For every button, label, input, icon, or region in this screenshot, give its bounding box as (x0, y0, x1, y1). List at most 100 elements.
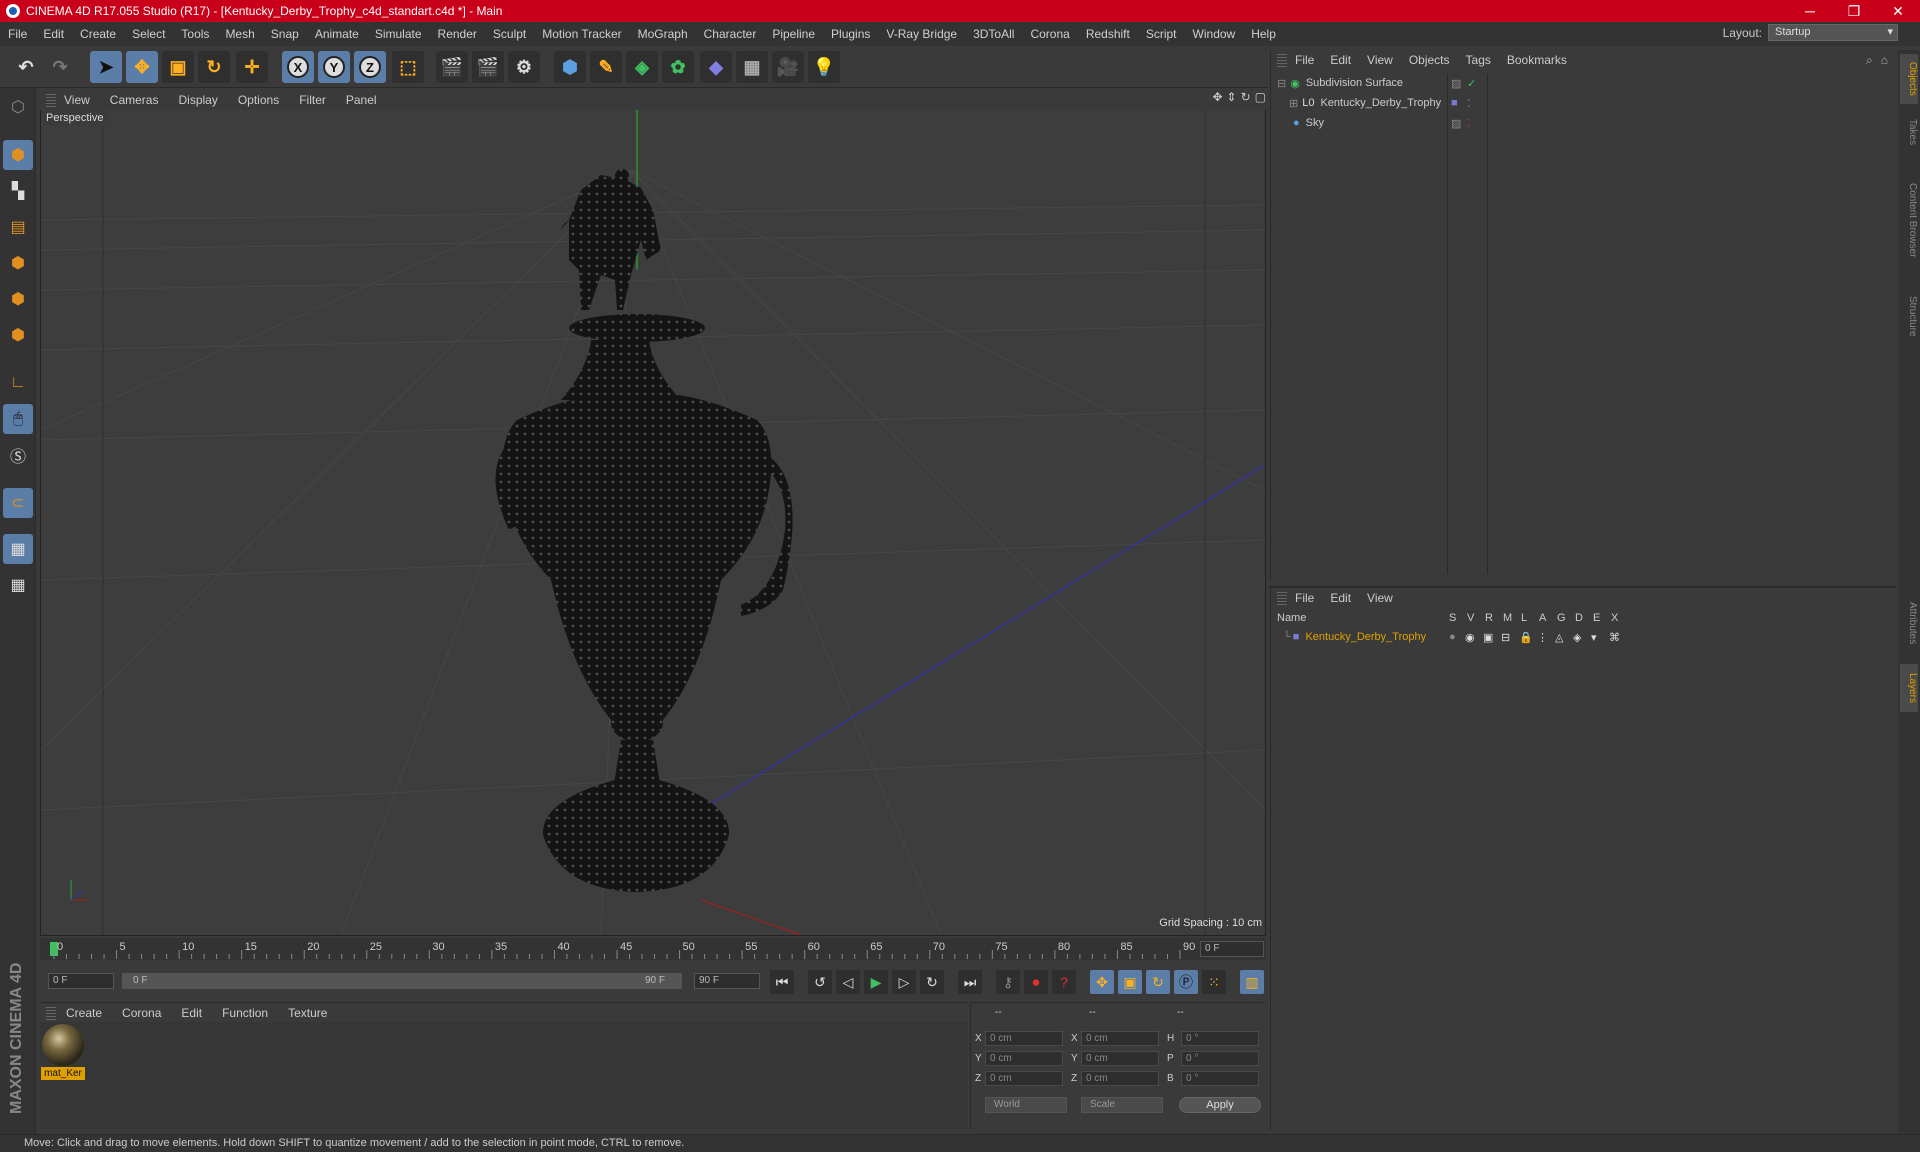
tab-objects[interactable]: Objects (1900, 54, 1918, 104)
menu-mesh[interactable]: Mesh (217, 27, 262, 41)
menu-simulate[interactable]: Simulate (367, 27, 430, 41)
coordinate-system-button[interactable]: ⬚ (392, 51, 424, 83)
visibility-dots-icon[interactable]: ⁚ (1467, 97, 1471, 110)
key-param-button[interactable]: Ⓟ (1174, 970, 1198, 994)
menu-tools[interactable]: Tools (173, 27, 217, 41)
menu-character[interactable]: Character (696, 27, 765, 41)
size-z-field[interactable]: 0 cm (1081, 1071, 1159, 1086)
panel-grip[interactable] (1277, 591, 1287, 605)
live-selection-button[interactable]: ➤ (90, 51, 122, 83)
next-frame-button[interactable]: ▷ (892, 970, 916, 994)
dolly-icon[interactable]: ⇕ (1227, 90, 1237, 104)
menu-plugins[interactable]: Plugins (823, 27, 878, 41)
menu-create[interactable]: Create (72, 27, 124, 41)
make-editable-button[interactable]: ⬡ (3, 92, 33, 122)
manager-icon[interactable]: ⊟ (1501, 631, 1510, 644)
prev-frame-button[interactable]: ◁ (836, 970, 860, 994)
visibility-dots-icon[interactable]: ⁚ (1467, 117, 1471, 130)
pos-z-field[interactable]: 0 cm (985, 1071, 1063, 1086)
animation-icon[interactable]: ⋮ (1537, 631, 1548, 644)
tweak-mode-button[interactable]: 🖱 (3, 404, 33, 434)
render-icon[interactable]: ▣ (1483, 631, 1493, 644)
viewport-menu-display[interactable]: Display (170, 93, 229, 107)
scale-tool-button[interactable]: ▣ (162, 51, 194, 83)
mat-menu-corona[interactable]: Corona (112, 1006, 171, 1020)
menu-help[interactable]: Help (1243, 27, 1284, 41)
add-camera-button[interactable]: 🎥 (772, 51, 804, 83)
layer-name[interactable]: Kentucky_Derby_Trophy (1305, 631, 1426, 643)
eye-icon[interactable]: ◉ (1465, 631, 1475, 644)
add-floor-button[interactable]: ▦ (736, 51, 768, 83)
mat-menu-function[interactable]: Function (212, 1006, 278, 1020)
add-array-button[interactable]: ✿ (662, 51, 694, 83)
home-icon[interactable]: ⌂ (1881, 53, 1888, 67)
key-pla-button[interactable]: ⁙ (1202, 970, 1226, 994)
redo-button[interactable]: ↷ (44, 51, 76, 83)
material-thumbnail[interactable] (42, 1024, 84, 1066)
texture-mode-button[interactable]: ▚ (3, 176, 33, 206)
menu-vray-bridge[interactable]: V-Ray Bridge (878, 27, 965, 41)
add-light-button[interactable]: 💡 (808, 51, 840, 83)
mat-menu-create[interactable]: Create (56, 1006, 112, 1020)
mat-menu-texture[interactable]: Texture (278, 1006, 337, 1020)
viewport-canvas[interactable] (41, 110, 1265, 935)
key-rotation-button[interactable]: ↻ (1146, 970, 1170, 994)
record-keys-button[interactable]: ⚷ (996, 970, 1020, 994)
points-mode-button[interactable]: ⬢ (3, 248, 33, 278)
menu-pipeline[interactable]: Pipeline (764, 27, 823, 41)
solo-button[interactable]: Ⓢ (3, 440, 33, 470)
menu-redshift[interactable]: Redshift (1078, 27, 1138, 41)
snap-button[interactable]: ⊂ (3, 488, 33, 518)
menu-mograph[interactable]: MoGraph (630, 27, 696, 41)
panel-grip[interactable] (1277, 53, 1287, 67)
maximize-button[interactable]: ❐ (1832, 0, 1876, 22)
recent-tool-button[interactable]: ✛ (236, 51, 268, 83)
solo-dot-icon[interactable]: ● (1449, 631, 1456, 643)
collapse-icon[interactable]: ⊟ (1277, 77, 1286, 90)
size-y-field[interactable]: 0 cm (1081, 1051, 1159, 1066)
add-nurbs-button[interactable]: ◈ (626, 51, 658, 83)
expand-icon[interactable]: ⊞ (1289, 97, 1298, 110)
search-icon[interactable]: ⌕ (1866, 53, 1873, 68)
workplane-mode-button[interactable]: ▤ (3, 212, 33, 242)
go-to-start-button[interactable]: ⏮ (770, 970, 794, 994)
generator-icon[interactable]: ◬ (1555, 631, 1563, 644)
menu-snap[interactable]: Snap (263, 27, 307, 41)
viewport-menu-options[interactable]: Options (230, 93, 291, 107)
tab-structure[interactable]: Structure (1900, 286, 1918, 346)
z-axis-button[interactable]: Z (354, 51, 386, 83)
layout-dropdown[interactable]: Startup (1768, 24, 1898, 41)
play-button[interactable]: ▶ (864, 970, 888, 994)
panel-grip[interactable] (46, 1005, 56, 1020)
viewport-menu-view[interactable]: View (56, 93, 102, 107)
minimize-button[interactable]: ─ (1788, 0, 1832, 22)
undo-button[interactable]: ↶ (10, 51, 42, 83)
object-row[interactable]: ● Sky ▨ ⁚ (1271, 114, 1897, 132)
tab-layers[interactable]: Layers (1900, 664, 1918, 712)
size-x-field[interactable]: 0 cm (1081, 1031, 1159, 1046)
prev-key-button[interactable]: ↺ (808, 970, 832, 994)
obj-menu-bookmarks[interactable]: Bookmarks (1499, 53, 1575, 67)
rot-b-field[interactable]: 0 ° (1181, 1071, 1259, 1086)
key-position-button[interactable]: ✥ (1090, 970, 1114, 994)
add-spline-button[interactable]: ✎ (590, 51, 622, 83)
panel-grip[interactable] (46, 93, 56, 107)
orbit-icon[interactable]: ↻ (1241, 90, 1251, 104)
viewport-menu-filter[interactable]: Filter (291, 93, 338, 107)
menu-window[interactable]: Window (1185, 27, 1244, 41)
menu-motion-tracker[interactable]: Motion Tracker (534, 27, 629, 41)
add-deformer-button[interactable]: ◆ (700, 51, 732, 83)
obj-menu-edit[interactable]: Edit (1322, 53, 1359, 67)
apply-button[interactable]: Apply (1179, 1097, 1261, 1113)
rot-p-field[interactable]: 0 ° (1181, 1051, 1259, 1066)
object-name[interactable]: Subdivision Surface (1306, 77, 1403, 89)
timeline-ruler[interactable]: 0 5 10 15 20 25 30 35 40 45 50 55 60 65 70 75 80 85 90 0 F (40, 938, 1266, 960)
obj-menu-tags[interactable]: Tags (1458, 53, 1499, 67)
object-name[interactable]: Sky (1306, 117, 1324, 129)
close-button[interactable]: ✕ (1876, 0, 1920, 22)
current-frame-field[interactable]: 0 F (1200, 941, 1264, 957)
xref-icon[interactable]: ⌘ (1609, 631, 1620, 644)
workplane-button[interactable]: ▦ (3, 570, 33, 600)
render-view-button[interactable]: 🎬 (436, 51, 468, 83)
menu-animate[interactable]: Animate (307, 27, 367, 41)
